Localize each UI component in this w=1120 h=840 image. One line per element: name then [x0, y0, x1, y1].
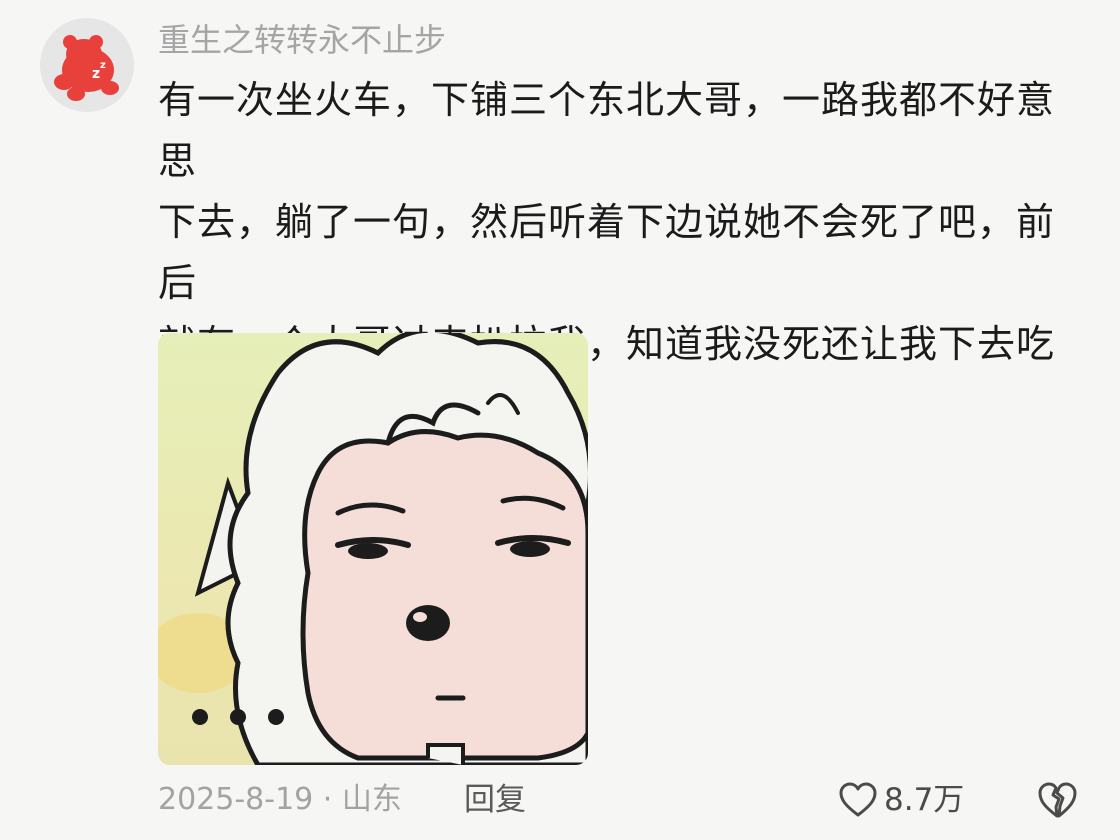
- reply-button[interactable]: 回复: [464, 778, 526, 822]
- heart-outline-icon: [839, 782, 877, 817]
- comment-image[interactable]: [158, 333, 588, 765]
- avatar[interactable]: z z: [40, 18, 134, 112]
- broken-heart-icon: [1038, 782, 1077, 818]
- comment-line: 有一次坐火车，下铺三个东北大哥，一路我都不好意思: [158, 78, 1056, 183]
- comment-meta: 2025-8-19 · 山东: [158, 778, 402, 822]
- like-button[interactable]: 8.7万: [838, 778, 964, 822]
- comment-footer: 2025-8-19 · 山东 回复 8.7万: [158, 778, 1078, 822]
- svg-text:z: z: [100, 60, 106, 71]
- comment-date: 2025-8-19: [158, 782, 314, 817]
- username[interactable]: 重生之转转永不止步: [158, 20, 446, 60]
- sheep-meme-image: [158, 333, 588, 765]
- comment-location: 山东: [341, 782, 402, 817]
- dislike-button[interactable]: [1036, 780, 1078, 833]
- like-count: 8.7万: [884, 782, 965, 818]
- svg-text:z: z: [92, 66, 100, 82]
- red-bear-avatar-icon: z z: [40, 18, 134, 112]
- comment-line: 下去，躺了一句，然后听着下边说她不会死了吧，前后: [158, 200, 1056, 305]
- comment-card: z z 重生之转转永不止步 有一次坐火车，下铺三个东北大哥，一路我都不好意思 下…: [0, 0, 1120, 840]
- meta-separator: ·: [313, 782, 342, 817]
